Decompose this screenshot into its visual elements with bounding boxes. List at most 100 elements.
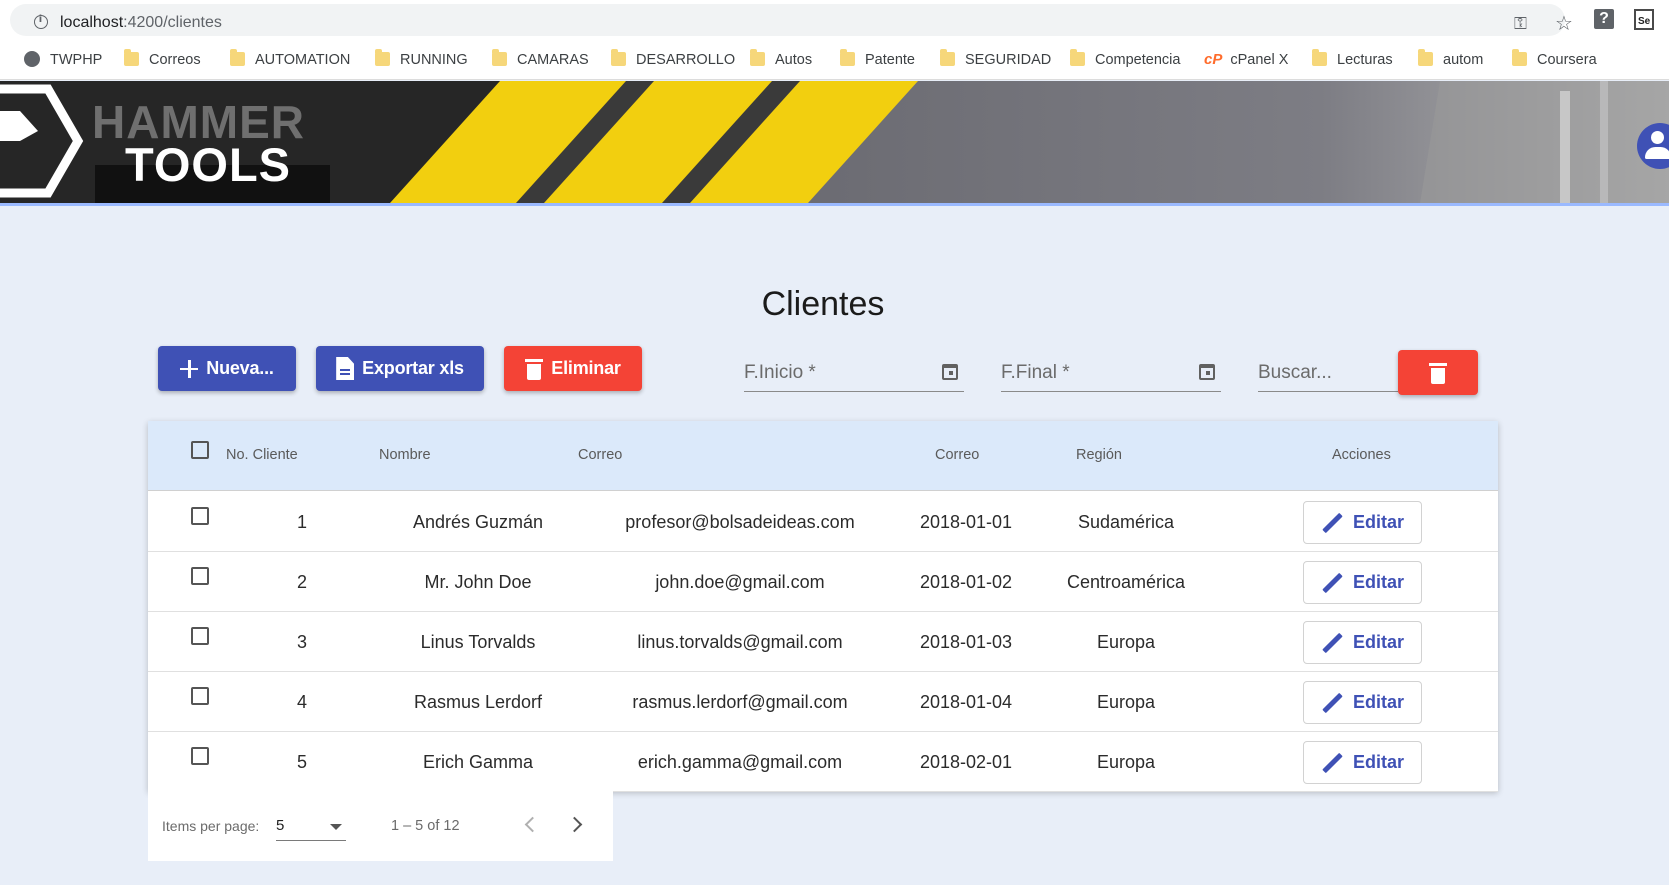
bookmark-item[interactable]: SEGURIDAD	[940, 49, 1051, 70]
new-client-label: Nueva...	[206, 358, 274, 378]
bookmark-star-icon[interactable]: ☆	[1555, 11, 1573, 35]
fecha-final-field[interactable]: F.Final *	[1001, 358, 1221, 392]
header-region[interactable]: Región	[1076, 447, 1122, 463]
folder-icon	[940, 49, 955, 66]
browser-address-bar: localhost:4200/clientes ⚿ ☆ ? Se	[0, 0, 1669, 40]
clients-table: No. Cliente Nombre Correo Correo Región …	[148, 421, 1498, 792]
delete-label: Eliminar	[551, 358, 621, 378]
folder-icon	[611, 49, 626, 66]
export-xls-button[interactable]: Exportar xls	[316, 346, 484, 391]
bookmarks-bar: TWPHP Correos AUTOMATION RUNNING CAMARAS…	[0, 40, 1669, 80]
document-icon	[336, 357, 355, 380]
edit-label: Editar	[1352, 572, 1404, 592]
cell-nombre: Andrés Guzmán	[412, 512, 544, 532]
url-host: localhost	[60, 14, 124, 31]
plus-icon	[180, 359, 199, 378]
chevron-down-icon	[330, 824, 342, 830]
bookmark-item[interactable]: RUNNING	[375, 49, 468, 70]
folder-icon	[1312, 49, 1327, 66]
folder-icon	[375, 49, 390, 66]
header-fecha[interactable]: Correo	[935, 447, 979, 463]
pencil-icon	[1321, 572, 1343, 594]
table-row: 2 Mr. John Doe john.doe@gmail.com 2018-01-0…	[148, 552, 1498, 612]
bookmark-item[interactable]: cP cPanel X	[1204, 50, 1288, 70]
page-size-select[interactable]: 5	[276, 815, 346, 841]
pencil-icon	[1321, 632, 1343, 654]
cell-region: Centroamérica	[1066, 572, 1186, 592]
app-banner: HAMMER TOOLS	[0, 81, 1669, 206]
bookmark-item[interactable]: Lecturas	[1312, 49, 1393, 70]
cell-region: Sudamérica	[1077, 512, 1175, 532]
edit-button[interactable]: Editar	[1303, 681, 1422, 724]
edit-button[interactable]: Editar	[1303, 501, 1422, 544]
page-range-label: 1 – 5 of 12	[391, 818, 460, 834]
cell-nombre: Erich Gamma	[422, 752, 534, 772]
edit-button[interactable]: Editar	[1303, 741, 1422, 784]
delete-button[interactable]: Eliminar	[504, 346, 642, 391]
items-per-page-label: Items per page:	[162, 818, 260, 834]
cell-region: Europa	[1096, 632, 1156, 652]
fecha-inicio-placeholder: F.Inicio *	[744, 362, 816, 383]
header-acciones: Acciones	[1332, 447, 1391, 463]
trash-icon	[525, 358, 544, 380]
url-path: :4200/clientes	[123, 14, 222, 31]
clear-filters-button[interactable]	[1398, 350, 1478, 395]
bookmark-item[interactable]: Autos	[750, 49, 812, 70]
url-bar[interactable]: localhost:4200/clientes ⚿ ☆	[10, 4, 1573, 36]
bookmark-item[interactable]: Competencia	[1070, 49, 1180, 70]
edit-label: Editar	[1352, 632, 1404, 652]
bookmark-item[interactable]: Coursera	[1512, 49, 1597, 70]
previous-page-icon[interactable]	[518, 813, 542, 837]
calendar-icon[interactable]	[1199, 364, 1215, 380]
key-icon[interactable]: ⚿	[1514, 14, 1527, 34]
new-client-button[interactable]: Nueva...	[158, 346, 296, 391]
folder-icon	[492, 49, 507, 66]
page-title: Clientes	[761, 285, 885, 323]
pencil-icon	[1321, 512, 1343, 534]
folder-icon	[1418, 49, 1433, 66]
bookmark-item[interactable]: CAMARAS	[492, 49, 589, 70]
site-info-icon[interactable]	[34, 14, 48, 29]
bookmark-item[interactable]: TWPHP	[24, 50, 102, 70]
cpanel-icon: cP	[1204, 51, 1223, 68]
header-nombre[interactable]: Nombre	[379, 447, 431, 463]
brand-tools: TOOLS	[125, 138, 292, 191]
folder-icon	[840, 49, 855, 66]
bookmark-item[interactable]: autom	[1418, 49, 1483, 70]
table-row: 1 Andrés Guzmán profesor@bolsadeideas.com 2…	[148, 492, 1498, 552]
bookmark-item[interactable]: Patente	[840, 49, 915, 70]
page-size-value: 5	[276, 817, 285, 834]
edit-button[interactable]: Editar	[1303, 621, 1422, 664]
cell-nombre: Linus Torvalds	[420, 632, 536, 652]
calendar-icon[interactable]	[942, 364, 958, 380]
pencil-icon	[1321, 752, 1343, 774]
select-all-checkbox[interactable]	[191, 441, 209, 459]
edit-label: Editar	[1352, 752, 1404, 772]
table-row: 3 Linus Torvalds linus.torvalds@gmail.com 2…	[148, 612, 1498, 672]
next-page-icon[interactable]	[566, 813, 590, 837]
table-row: 4 Rasmus Lerdorf rasmus.lerdorf@gmail.com 2…	[148, 672, 1498, 732]
paginator: Items per page: 5 1 – 5 of 12	[148, 791, 613, 861]
table-header: No. Cliente Nombre Correo Correo Región …	[148, 421, 1498, 491]
edit-label: Editar	[1352, 512, 1404, 532]
folder-icon	[124, 49, 139, 66]
header-no-cliente[interactable]: No. Cliente	[226, 447, 298, 463]
globe-icon	[24, 51, 40, 67]
folder-icon	[750, 49, 765, 66]
fecha-final-placeholder: F.Final *	[1001, 362, 1070, 383]
help-extension-icon[interactable]: ?	[1594, 9, 1614, 29]
trash-icon	[1429, 362, 1447, 384]
pencil-icon	[1321, 692, 1343, 714]
selenium-extension-icon[interactable]: Se	[1634, 9, 1654, 30]
bookmark-item[interactable]: AUTOMATION	[230, 49, 350, 70]
search-input[interactable]: Buscar...	[1258, 358, 1398, 392]
bookmark-item[interactable]: Correos	[124, 49, 201, 70]
fecha-inicio-field[interactable]: F.Inicio *	[744, 358, 964, 392]
folder-icon	[1512, 49, 1527, 66]
bookmark-item[interactable]: DESARROLLO	[611, 49, 735, 70]
edit-button[interactable]: Editar	[1303, 561, 1422, 604]
url-text[interactable]: localhost:4200/clientes	[60, 14, 222, 32]
cell-nombre: Rasmus Lerdorf	[413, 692, 543, 712]
cell-region: Europa	[1096, 752, 1156, 772]
header-correo[interactable]: Correo	[578, 447, 622, 463]
